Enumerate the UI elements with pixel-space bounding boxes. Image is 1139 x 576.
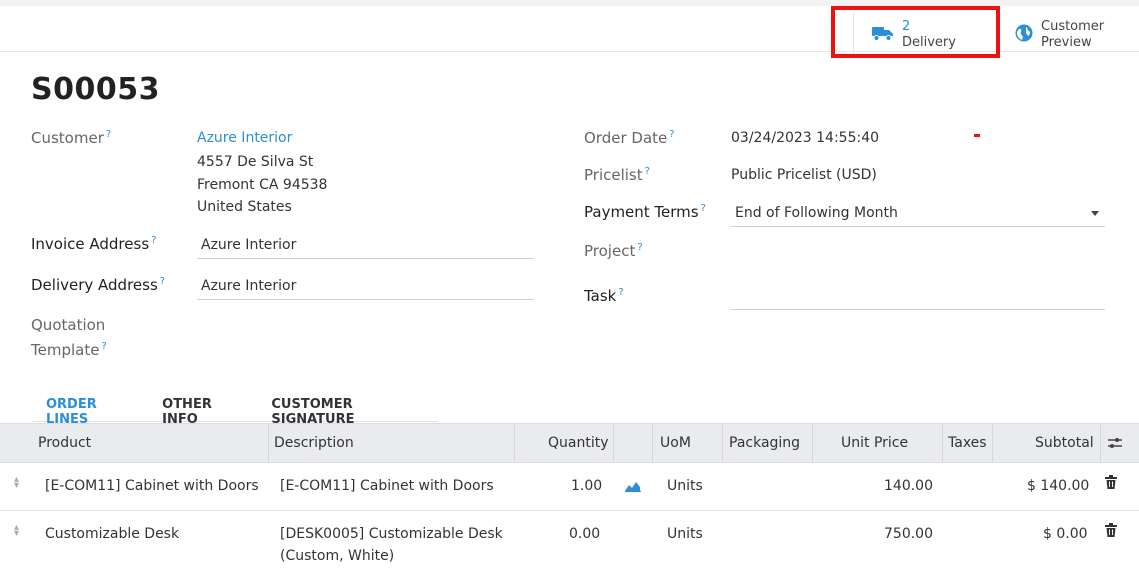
- column-divider: [992, 424, 993, 462]
- product-cell[interactable]: Customizable Desk: [45, 523, 179, 545]
- column-divider: [1100, 424, 1101, 462]
- customer-city: Fremont CA 94538: [197, 177, 328, 193]
- quotation-template-label: Template?: [31, 341, 107, 359]
- delivery-address-field[interactable]: Azure Interior: [197, 274, 534, 300]
- column-divider: [652, 424, 653, 462]
- col-unit-price[interactable]: Unit Price: [841, 435, 908, 451]
- description-cell[interactable]: [DESK0005] Customizable Desk: [280, 523, 503, 545]
- required-marker: [974, 134, 980, 137]
- col-taxes[interactable]: Taxes: [948, 435, 987, 451]
- uom-cell[interactable]: Units: [667, 523, 703, 545]
- description-cell[interactable]: [E-COM11] Cabinet with Doors: [280, 475, 494, 497]
- notebook-tabs: ORDER LINES OTHER INFO CUSTOMER SIGNATUR…: [32, 392, 438, 427]
- globe-icon: [1015, 24, 1033, 46]
- drag-handle-icon[interactable]: ▴ ▾: [14, 523, 24, 539]
- customer-link[interactable]: Azure Interior: [197, 130, 292, 146]
- quantity-cell[interactable]: 0.00: [569, 523, 600, 545]
- customer-country: United States: [197, 199, 292, 215]
- delivery-address-label: Delivery Address?: [31, 276, 166, 294]
- col-quantity[interactable]: Quantity: [548, 435, 609, 451]
- order-date-value[interactable]: 03/24/2023 14:55:40: [731, 130, 879, 146]
- record-title: S00053: [31, 72, 160, 107]
- quantity-cell[interactable]: 1.00: [571, 475, 602, 497]
- col-product[interactable]: Product: [38, 435, 91, 451]
- tab-other-info[interactable]: OTHER INFO: [148, 392, 257, 427]
- payment-terms-select[interactable]: End of Following Month: [731, 201, 1105, 227]
- customer-street: 4557 De Silva St: [197, 154, 314, 170]
- forecast-chart-icon[interactable]: [625, 480, 641, 496]
- unit-price-cell[interactable]: 750.00: [884, 523, 933, 545]
- col-subtotal[interactable]: Subtotal: [1035, 435, 1094, 451]
- trash-icon[interactable]: [1105, 475, 1117, 489]
- subtotal-cell: $ 140.00: [1027, 478, 1090, 494]
- quotation-template-label-line1: Quotation: [31, 316, 106, 334]
- customer-preview-button[interactable]: Customer Preview: [998, 12, 1139, 58]
- column-divider: [268, 424, 269, 462]
- payment-terms-label: Payment Terms?: [584, 203, 706, 221]
- column-settings-icon[interactable]: [1107, 436, 1123, 454]
- tab-order-lines[interactable]: ORDER LINES: [32, 392, 148, 427]
- task-field[interactable]: [731, 284, 1105, 310]
- payment-terms-value: End of Following Month: [735, 205, 898, 221]
- subtotal-cell: $ 0.00: [1043, 526, 1088, 542]
- uom-cell[interactable]: Units: [667, 475, 703, 497]
- order-lines-header: Product Description Quantity UoM Packagi…: [0, 423, 1139, 463]
- delivery-highlight-box: [831, 6, 1000, 58]
- column-divider: [812, 424, 813, 462]
- project-label: Project?: [584, 242, 643, 260]
- product-cell[interactable]: [E-COM11] Cabinet with Doors: [45, 475, 259, 497]
- column-divider: [722, 424, 723, 462]
- table-row[interactable]: ▴ ▾ Customizable Desk [DESK0005] Customiz…: [0, 511, 1139, 576]
- preview-label-line1: Customer: [1041, 19, 1105, 34]
- pricelist-value[interactable]: Public Pricelist (USD): [731, 167, 877, 183]
- column-divider: [942, 424, 943, 462]
- description-cell-line2[interactable]: (Custom, White): [280, 545, 394, 567]
- column-divider: [514, 424, 515, 462]
- chevron-down-icon: [1091, 211, 1099, 216]
- invoice-address-label: Invoice Address?: [31, 235, 157, 253]
- drag-handle-icon[interactable]: ▴ ▾: [14, 475, 24, 491]
- preview-label-line2: Preview: [1041, 35, 1092, 50]
- pricelist-label: Pricelist?: [584, 166, 650, 184]
- column-divider: [613, 424, 614, 462]
- unit-price-cell[interactable]: 140.00: [884, 475, 933, 497]
- table-row[interactable]: ▴ ▾ [E-COM11] Cabinet with Doors [E-COM11…: [0, 463, 1139, 511]
- col-packaging[interactable]: Packaging: [729, 435, 800, 451]
- col-description[interactable]: Description: [274, 435, 354, 451]
- order-date-label: Order Date?: [584, 129, 675, 147]
- trash-icon[interactable]: [1105, 523, 1117, 537]
- task-label: Task?: [584, 287, 624, 305]
- tab-customer-signature[interactable]: CUSTOMER SIGNATURE: [257, 392, 438, 427]
- invoice-address-field[interactable]: Azure Interior: [197, 233, 534, 259]
- col-uom[interactable]: UoM: [660, 435, 691, 451]
- customer-label: Customer?: [31, 129, 112, 147]
